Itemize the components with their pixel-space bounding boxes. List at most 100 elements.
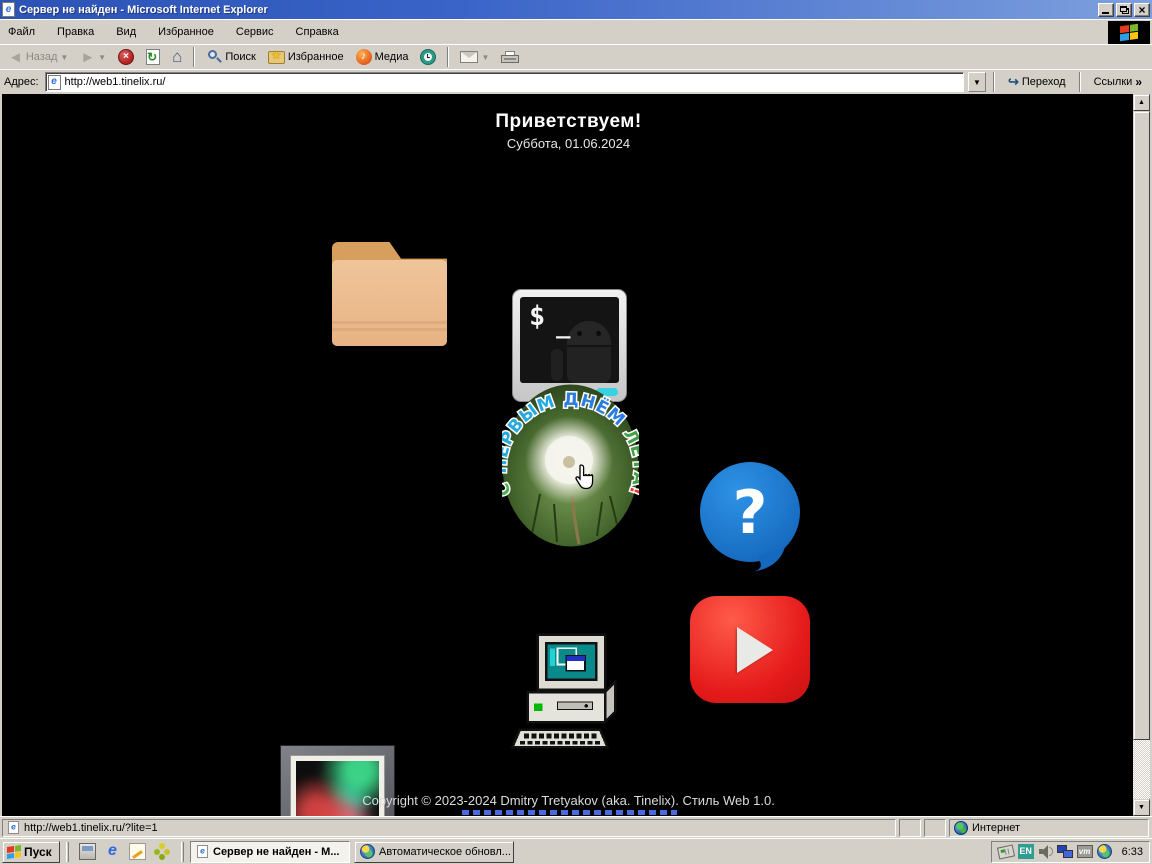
menubar: Файл Правка Вид Избранное Сервис Справка [0, 19, 1152, 44]
search-icon [206, 49, 222, 65]
status-panel-empty [924, 819, 946, 837]
status-url-panel: e http://web1.tinelix.ru/?lite=1 [2, 819, 896, 837]
menu-favorites[interactable]: Избранное [158, 26, 214, 38]
window-title: Сервер не найден - Microsoft Internet Ex… [19, 4, 1096, 16]
back-arrow-icon: ◄ [8, 50, 23, 65]
browser-viewport: Приветствуем! Суббота, 01.06.2024 $ _ [0, 94, 1152, 816]
menu-file[interactable]: Файл [8, 26, 35, 38]
menu-edit[interactable]: Правка [57, 26, 94, 38]
terminal-screen: $ _ [520, 297, 619, 383]
mail-dropdown-icon[interactable]: ▼ [481, 53, 489, 62]
home-icon: ⌂ [172, 49, 182, 65]
task-browser-label: Сервер не найден - M... [213, 846, 339, 858]
help-bubble-icon[interactable]: ? [697, 459, 803, 572]
minimize-button[interactable] [1098, 3, 1114, 17]
back-button[interactable]: ◄ Назад ▼ [4, 48, 72, 67]
tray-vmware-icon[interactable]: vm [1077, 845, 1093, 858]
status-ie-icon: e [8, 821, 19, 834]
tray-keyboard-icon[interactable] [997, 844, 1015, 859]
toolbar-separator [447, 47, 449, 67]
screen: { "window": { "title": "Сервер не найден… [0, 0, 1152, 864]
mail-button[interactable]: ▼ [456, 49, 493, 65]
dandelion-summer-icon[interactable]: С ПЕРВЫМ ДНЁМ ЛЕТА! [502, 384, 639, 547]
stop-icon: × [118, 49, 134, 65]
favorites-button[interactable]: ★ Избранное [264, 49, 348, 66]
restore-button[interactable] [1116, 3, 1132, 17]
quick-launch: e [75, 843, 175, 860]
toolbar: ◄ Назад ▼ ► ▼ × ↻ ⌂ Поиск ★ Избранное ♪ … [0, 44, 1152, 69]
quick-launch-show-desktop-icon[interactable] [79, 843, 96, 860]
taskbar-separator [181, 842, 184, 862]
hand-cursor [572, 463, 596, 491]
status-zone-label: Интернет [972, 822, 1020, 834]
refresh-icon: ↻ [146, 49, 160, 65]
scroll-down-button[interactable]: ▼ [1133, 799, 1150, 816]
folder-icon[interactable] [332, 236, 447, 346]
menu-tools[interactable]: Сервис [236, 26, 274, 38]
quick-launch-ie-icon[interactable]: e [104, 843, 121, 860]
play-triangle-icon [737, 627, 773, 673]
media-button[interactable]: ♪ Медиа [352, 47, 413, 67]
clipped-link-fragment[interactable] [462, 810, 677, 815]
forward-button[interactable]: ► ▼ [76, 48, 110, 67]
question-mark: ? [733, 478, 768, 548]
stop-button[interactable]: × [114, 47, 138, 67]
address-dropdown-button[interactable]: ▼ [968, 72, 986, 92]
favorites-label: Избранное [288, 51, 344, 63]
start-button[interactable]: Пуск [2, 841, 60, 863]
taskbar: Пуск e e Сервер не найден - M... Автомат… [0, 838, 1152, 864]
titlebar[interactable]: e Сервер не найден - Microsoft Internet … [0, 0, 1152, 19]
tray-volume-icon[interactable] [1038, 844, 1053, 859]
quick-launch-icq-icon[interactable] [154, 843, 171, 860]
links-chevron-icon[interactable]: » [1135, 75, 1142, 89]
quick-launch-notes-icon[interactable] [129, 843, 146, 860]
page-date: Суббота, 01.06.2024 [2, 136, 1133, 151]
history-icon [420, 49, 436, 65]
status-zone-panel: Интернет [949, 819, 1149, 837]
window-ie-icon: e [2, 2, 15, 17]
system-tray: EN vm 6:33 [991, 841, 1150, 863]
internet-globe-icon [954, 821, 968, 835]
menu-view[interactable]: Вид [116, 26, 136, 38]
address-url[interactable]: http://web1.tinelix.ru/ [65, 76, 166, 88]
tray-update-globe-icon[interactable] [1097, 844, 1112, 859]
favorites-icon: ★ [268, 51, 285, 64]
refresh-button[interactable]: ↻ [142, 47, 164, 67]
vertical-scrollbar[interactable]: ▲ ▼ [1133, 94, 1150, 816]
page-heading: Приветствуем! [2, 111, 1133, 133]
search-button[interactable]: Поиск [202, 47, 259, 67]
go-button[interactable]: ↪ Переход [1002, 72, 1072, 92]
close-button[interactable]: × [1134, 3, 1150, 17]
scroll-up-button[interactable]: ▲ [1133, 94, 1150, 111]
back-dropdown-icon[interactable]: ▼ [60, 53, 68, 62]
menu-help[interactable]: Справка [296, 26, 339, 38]
links-bar[interactable]: Ссылки » [1088, 75, 1148, 89]
task-ie-icon: e [197, 845, 208, 858]
youtube-icon[interactable] [690, 596, 810, 703]
history-button[interactable] [416, 47, 440, 67]
ie-throbber [1108, 21, 1150, 44]
task-button-update[interactable]: Автоматическое обновл... [354, 841, 514, 863]
media-icon: ♪ [356, 49, 372, 65]
go-arrow-icon: ↪ [1008, 74, 1019, 90]
back-label: Назад [26, 51, 58, 63]
retro-computer-icon[interactable] [510, 632, 635, 762]
tray-language-indicator[interactable]: EN [1018, 844, 1034, 859]
tray-network-icon[interactable] [1057, 845, 1073, 858]
go-label: Переход [1022, 76, 1066, 88]
task-button-browser[interactable]: e Сервер не найден - M... [190, 841, 350, 863]
windows-flag-icon [1120, 24, 1138, 42]
print-button[interactable] [497, 49, 523, 66]
windows-update-icon [360, 844, 375, 859]
toolbar-separator [193, 47, 195, 67]
address-input[interactable]: e http://web1.tinelix.ru/ [45, 72, 964, 92]
forward-dropdown-icon[interactable]: ▼ [98, 53, 106, 62]
status-panel-empty [899, 819, 921, 837]
tray-clock[interactable]: 6:33 [1122, 846, 1143, 858]
scrollbar-thumb[interactable] [1133, 111, 1150, 740]
home-button[interactable]: ⌂ [168, 47, 186, 67]
status-url: http://web1.tinelix.ru/?lite=1 [24, 822, 158, 834]
print-icon [501, 51, 519, 64]
android-robot-icon [567, 321, 611, 345]
task-update-label: Автоматическое обновл... [379, 846, 511, 858]
